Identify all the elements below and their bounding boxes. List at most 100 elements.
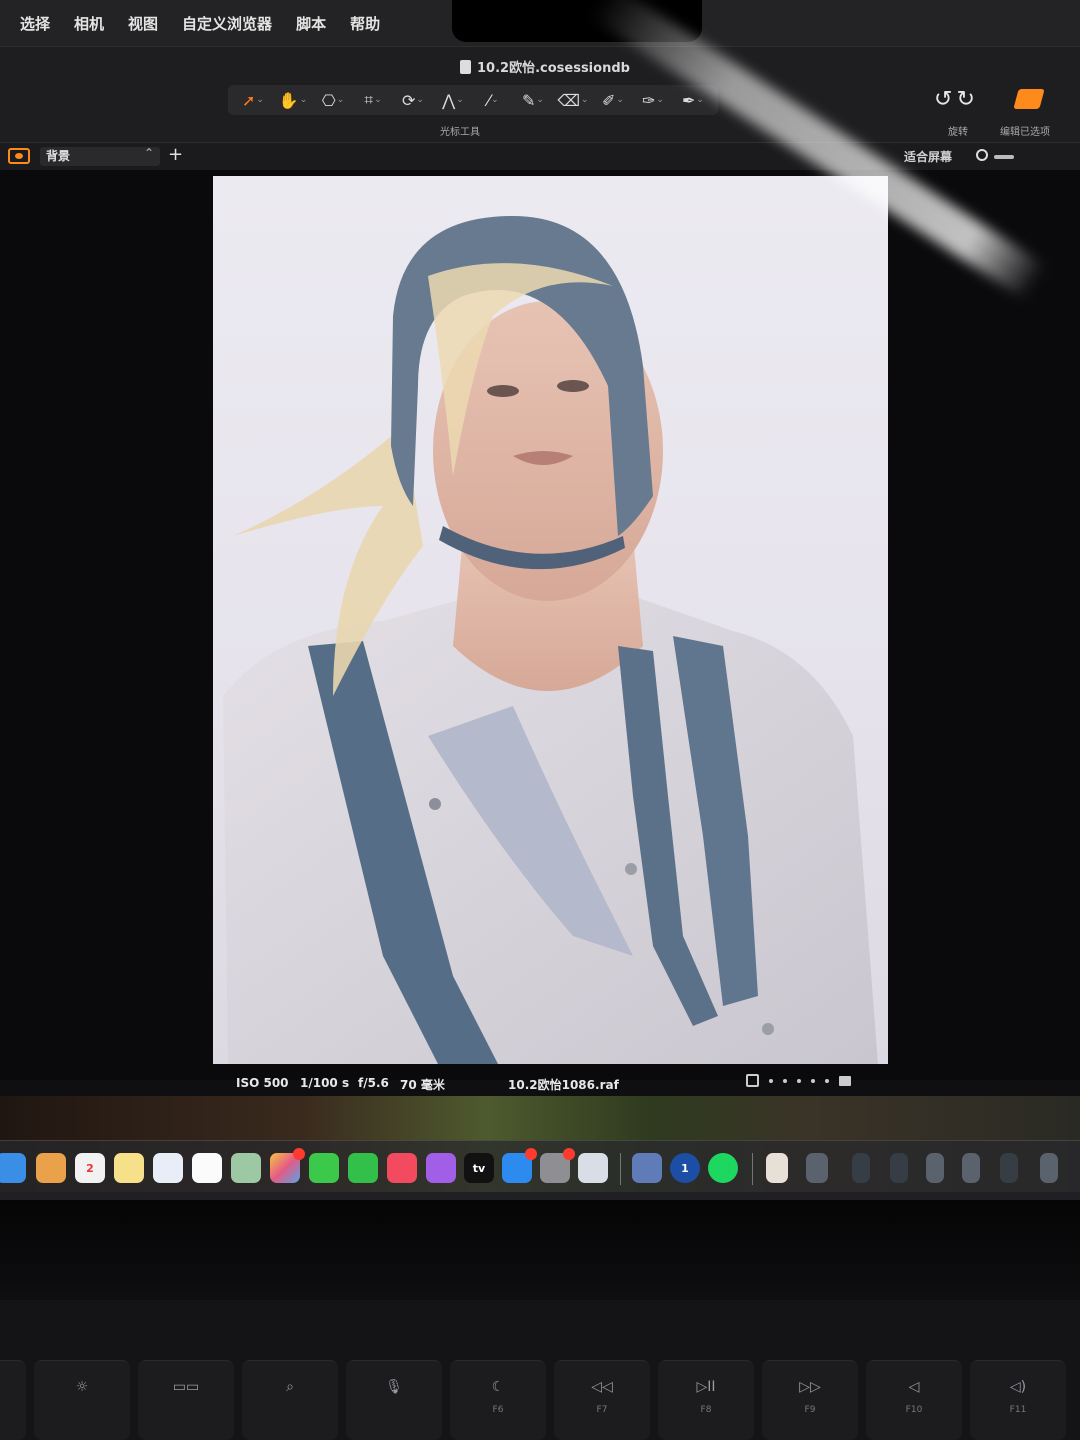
preview-icon[interactable] (578, 1153, 608, 1183)
key-label: F11 (1009, 1405, 1027, 1415)
rating-dot-icon[interactable] (825, 1078, 829, 1083)
finder-icon[interactable] (36, 1153, 66, 1183)
brush-tool-icon[interactable]: ✎ ⌄ (516, 87, 550, 113)
document-icon (460, 59, 471, 74)
capture-one-icon[interactable] (632, 1153, 662, 1183)
photos-icon[interactable] (270, 1148, 305, 1183)
eraser-tool-icon[interactable]: ⌫ ⌄ (556, 87, 590, 113)
menu-scripts[interactable]: 脚本 (296, 13, 326, 34)
keystone-tool-icon[interactable]: ⋀ ⌄ (436, 87, 470, 113)
layer-select[interactable]: 背景 (40, 147, 160, 166)
1password-icon[interactable]: 1 (670, 1153, 700, 1183)
menu-view[interactable]: 视图 (128, 13, 158, 34)
facetime-icon[interactable] (348, 1153, 378, 1183)
rating-dot-icon[interactable] (783, 1078, 787, 1083)
minimized-window-icon[interactable] (1040, 1153, 1058, 1183)
right-eye (557, 380, 589, 392)
key-label: F8 (700, 1405, 712, 1415)
brightness-down-icon: ☼ (0, 1379, 26, 1395)
rating-dot-icon[interactable] (797, 1078, 801, 1083)
minimized-window-icon[interactable] (890, 1153, 908, 1183)
preview-photo[interactable] (213, 176, 888, 1064)
calendar-day: 2 (86, 1161, 94, 1175)
loupe-tool-icon[interactable]: ⎔ ⌄ (316, 87, 350, 113)
system-settings-icon[interactable] (540, 1148, 575, 1183)
volume-down-icon: ◁) (1009, 1379, 1027, 1395)
dock-separator (620, 1153, 621, 1185)
fast-forward-icon: ▷▷ (799, 1379, 821, 1395)
zoom-slider[interactable] (994, 155, 1014, 159)
app-store-icon[interactable] (502, 1148, 537, 1183)
calendar-icon[interactable]: 2 (75, 1153, 105, 1183)
fit-to-screen-label[interactable]: 适合屏幕 (904, 148, 952, 165)
notes-icon[interactable] (114, 1153, 144, 1183)
menu-help[interactable]: 帮助 (350, 13, 380, 34)
mute-key[interactable]: ◁ F10 (866, 1360, 962, 1440)
minimized-window-icon[interactable] (1000, 1153, 1018, 1183)
add-layer-button[interactable]: + (168, 144, 183, 165)
minimized-window-icon[interactable] (962, 1153, 980, 1183)
menu-custom-browser[interactable]: 自定义浏览器 (182, 13, 272, 34)
image-nav (746, 1074, 851, 1087)
rewind-key[interactable]: ◁◁ F7 (554, 1360, 650, 1440)
layer-visibility-icon[interactable] (8, 148, 30, 164)
coat-button (429, 798, 441, 810)
spotlight-key[interactable]: ⌕ (242, 1360, 338, 1440)
iphone-mirroring-icon[interactable] (766, 1153, 788, 1183)
select-icon[interactable] (746, 1074, 759, 1087)
freeform-icon[interactable] (153, 1153, 183, 1183)
crop-tool-icon[interactable]: ⌗ ⌄ (356, 87, 390, 113)
rotate-left-icon: ↺ (934, 87, 957, 112)
menu-camera[interactable]: 相机 (74, 13, 104, 34)
mission-control-key[interactable]: ▭▭ (138, 1360, 234, 1440)
maps-icon[interactable] (231, 1153, 261, 1183)
podcasts-icon[interactable] (426, 1153, 456, 1183)
rotate-right-icon: ↻ (956, 87, 979, 112)
focal-length-value: 70 毫米 (400, 1078, 445, 1092)
dock: 2 tv 1 (0, 1140, 1080, 1200)
chevron-updown-icon: ⌃ (144, 146, 155, 160)
filmstrip-icon[interactable] (839, 1075, 851, 1086)
minimized-window-icon[interactable] (806, 1153, 828, 1183)
picker-tool-icon[interactable]: ⁄ ⌄ (476, 87, 510, 113)
document-title-text: 10.2欧怡.cosessiondb (477, 61, 630, 76)
mission-control-icon: ▭▭ (172, 1379, 200, 1395)
rating-dot-icon[interactable] (769, 1078, 773, 1083)
filename-label: 10.2欧怡1086.raf (508, 1078, 619, 1092)
hand-tool-icon[interactable]: ✋ ⌄ (276, 87, 310, 113)
badge-icon (563, 1148, 575, 1160)
window-titlebar: 10.2欧怡.cosessiondb ➚ ⌄ ✋ ⌄ ⎔ ⌄ ⌗ ⌄ ⟳ ⌄ ⋀ ⌄ ⁄ ⌄ … (0, 46, 1080, 142)
edit-selected-icon[interactable] (1013, 89, 1045, 109)
minimized-window-icon[interactable] (926, 1153, 944, 1183)
rating-dot-icon[interactable] (811, 1078, 815, 1083)
tool-palette: ➚ ⌄ ✋ ⌄ ⎔ ⌄ ⌗ ⌄ ⟳ ⌄ ⋀ ⌄ ⁄ ⌄ ✎ ⌄ ⌫ ⌄ ✐ ⌄ ✑ ⌄ ✒ ⌄ (228, 85, 718, 115)
coat-button (762, 1023, 774, 1035)
zoom-icon[interactable] (976, 149, 988, 161)
dictation-key[interactable]: 🎙 (346, 1360, 442, 1440)
messages-icon[interactable] (309, 1153, 339, 1183)
badge-icon (293, 1148, 305, 1160)
tv-icon[interactable]: tv (464, 1153, 494, 1183)
reminders-icon[interactable] (192, 1153, 222, 1183)
microphone-icon: 🎙 (385, 1379, 403, 1395)
fast-forward-key[interactable]: ▷▷ F9 (762, 1360, 858, 1440)
iso-value: ISO 500 (236, 1076, 289, 1090)
music-icon[interactable] (387, 1153, 417, 1183)
focus-key[interactable]: ☾ F6 (450, 1360, 546, 1440)
play-pause-key[interactable]: ▷II F8 (658, 1360, 754, 1440)
portrait-illustration (223, 216, 878, 1064)
document-title: 10.2欧怡.cosessiondb (460, 57, 630, 76)
cursor-tool-icon[interactable]: ➚ ⌄ (236, 87, 270, 113)
spotify-icon[interactable] (708, 1153, 738, 1183)
gradient-tool-icon[interactable]: ✐ ⌄ (596, 87, 630, 113)
brightness-up-key[interactable]: ☼ (34, 1360, 130, 1440)
linear-mask-icon[interactable]: ✑ ⌄ (636, 87, 670, 113)
brightness-down-key[interactable]: ☼ (0, 1360, 26, 1440)
rotate-button[interactable]: ↺↻ (934, 87, 979, 112)
volume-down-key[interactable]: ◁) F11 (970, 1360, 1066, 1440)
minimized-window-icon[interactable] (852, 1153, 870, 1183)
menu-select[interactable]: 选择 (20, 13, 50, 34)
rotate-tool-icon[interactable]: ⟳ ⌄ (396, 87, 430, 113)
mail-icon[interactable] (0, 1153, 26, 1183)
brightness-up-icon: ☼ (75, 1379, 89, 1395)
